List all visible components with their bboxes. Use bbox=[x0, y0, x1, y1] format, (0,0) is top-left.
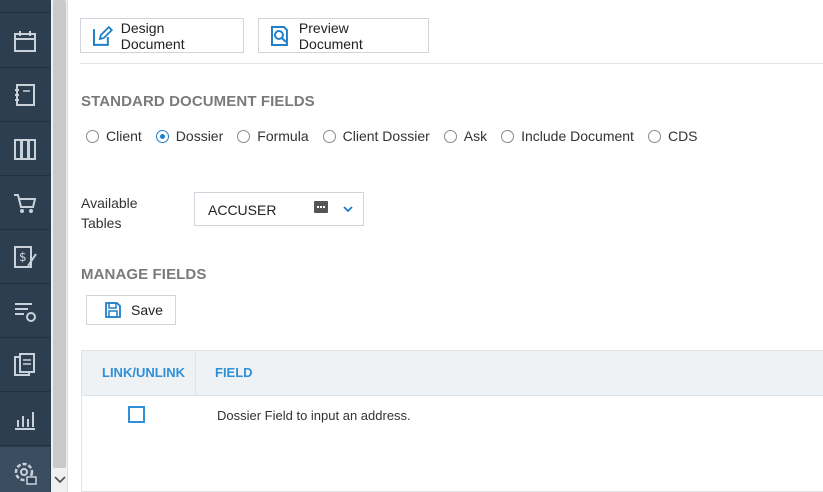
link-checkbox[interactable] bbox=[128, 406, 145, 423]
chevron-down-icon[interactable] bbox=[342, 203, 354, 215]
edit-document-icon bbox=[92, 25, 113, 46]
scroll-down-button[interactable] bbox=[51, 470, 68, 490]
billing-icon: $ bbox=[14, 246, 37, 268]
radio-client[interactable]: Client bbox=[86, 128, 142, 144]
standard-fields-title: STANDARD DOCUMENT FIELDS bbox=[81, 93, 315, 110]
sidebar-item-top[interactable] bbox=[0, 0, 50, 13]
app-window: $ Design Document Preview Document STAND… bbox=[0, 0, 823, 492]
design-document-button[interactable]: Design Document bbox=[80, 18, 244, 53]
radio-cds-circle[interactable] bbox=[647, 129, 661, 143]
radio-formula[interactable]: Formula bbox=[237, 128, 309, 144]
radio-cds-label: CDS bbox=[667, 128, 698, 144]
radio-formula-circle[interactable] bbox=[237, 129, 251, 143]
save-label: Save bbox=[131, 302, 163, 318]
available-tables-dropdown[interactable]: ACCUSER bbox=[194, 192, 364, 226]
radio-dossier-circle[interactable] bbox=[155, 129, 169, 143]
keyboard-icon[interactable] bbox=[314, 200, 328, 214]
manage-fields-title: MANAGE FIELDS bbox=[81, 266, 207, 283]
sidebar-item-documents[interactable] bbox=[0, 339, 50, 392]
documents-icon bbox=[14, 353, 35, 376]
library-icon bbox=[14, 139, 36, 160]
sidebar-item-billing[interactable]: $ bbox=[0, 231, 50, 284]
radio-client-dossier-label: Client Dossier bbox=[342, 128, 430, 144]
radio-formula-label: Formula bbox=[257, 128, 309, 144]
column-header-field[interactable]: FIELD bbox=[215, 365, 253, 380]
available-tables-value: ACCUSER bbox=[208, 202, 277, 218]
chevron-down-icon bbox=[53, 476, 66, 484]
fields-grid: LINK/UNLINK FIELD Dossier Field to input… bbox=[81, 350, 823, 492]
radio-ask-circle[interactable] bbox=[443, 129, 457, 143]
notebook-icon bbox=[15, 84, 35, 106]
radio-client-label: Client bbox=[106, 128, 142, 144]
available-tables-label: Available Tables bbox=[81, 195, 138, 231]
settings-icon bbox=[14, 462, 37, 485]
radio-dossier-label: Dossier bbox=[175, 128, 224, 144]
field-description: Dossier Field to input an address. bbox=[217, 408, 411, 423]
design-document-label: Design Document bbox=[120, 19, 185, 52]
list-settings-icon bbox=[15, 303, 36, 322]
save-icon bbox=[105, 302, 121, 318]
column-header-link-unlink[interactable]: LINK/UNLINK bbox=[102, 365, 185, 380]
radio-ask-label: Ask bbox=[463, 128, 488, 144]
radio-include-document-label: Include Document bbox=[521, 128, 634, 144]
field-type-radio-group: Client Dossier Formula Client Dossier As… bbox=[86, 128, 712, 144]
radio-ask[interactable]: Ask bbox=[443, 128, 488, 144]
sidebar-item-notebook[interactable] bbox=[0, 69, 50, 122]
preview-document-icon bbox=[270, 25, 288, 46]
grid-header: LINK/UNLINK FIELD bbox=[82, 351, 823, 396]
radio-client-dossier[interactable]: Client Dossier bbox=[322, 128, 430, 144]
sidebar-item-list-settings[interactable] bbox=[0, 285, 50, 338]
svg-text:$: $ bbox=[19, 250, 27, 264]
radio-dossier[interactable]: Dossier bbox=[155, 128, 224, 144]
toolbar-divider bbox=[80, 63, 823, 64]
sidebar: $ bbox=[0, 0, 51, 492]
main-content: Design Document Preview Document STANDAR… bbox=[69, 0, 823, 492]
sidebar-item-calendar[interactable] bbox=[0, 15, 50, 68]
preview-document-label: Preview Document bbox=[298, 19, 363, 52]
sidebar-item-library[interactable] bbox=[0, 123, 50, 176]
scrollbar-thumb[interactable] bbox=[53, 0, 66, 468]
sidebar-item-settings[interactable] bbox=[0, 447, 50, 492]
radio-cds[interactable]: CDS bbox=[647, 128, 698, 144]
column-divider bbox=[195, 351, 196, 396]
vertical-scrollbar[interactable] bbox=[51, 0, 68, 492]
cart-icon bbox=[14, 194, 37, 213]
radio-client-dossier-circle[interactable] bbox=[322, 129, 336, 143]
calendar-icon bbox=[14, 31, 36, 52]
radio-client-circle[interactable] bbox=[86, 129, 99, 143]
sidebar-item-reports[interactable] bbox=[0, 393, 50, 446]
save-button[interactable]: Save bbox=[86, 295, 176, 325]
radio-include-document[interactable]: Include Document bbox=[501, 128, 634, 144]
preview-document-button[interactable]: Preview Document bbox=[258, 18, 429, 53]
reports-icon bbox=[15, 412, 35, 430]
sidebar-item-cart[interactable] bbox=[0, 177, 50, 230]
radio-include-document-circle[interactable] bbox=[501, 129, 515, 143]
